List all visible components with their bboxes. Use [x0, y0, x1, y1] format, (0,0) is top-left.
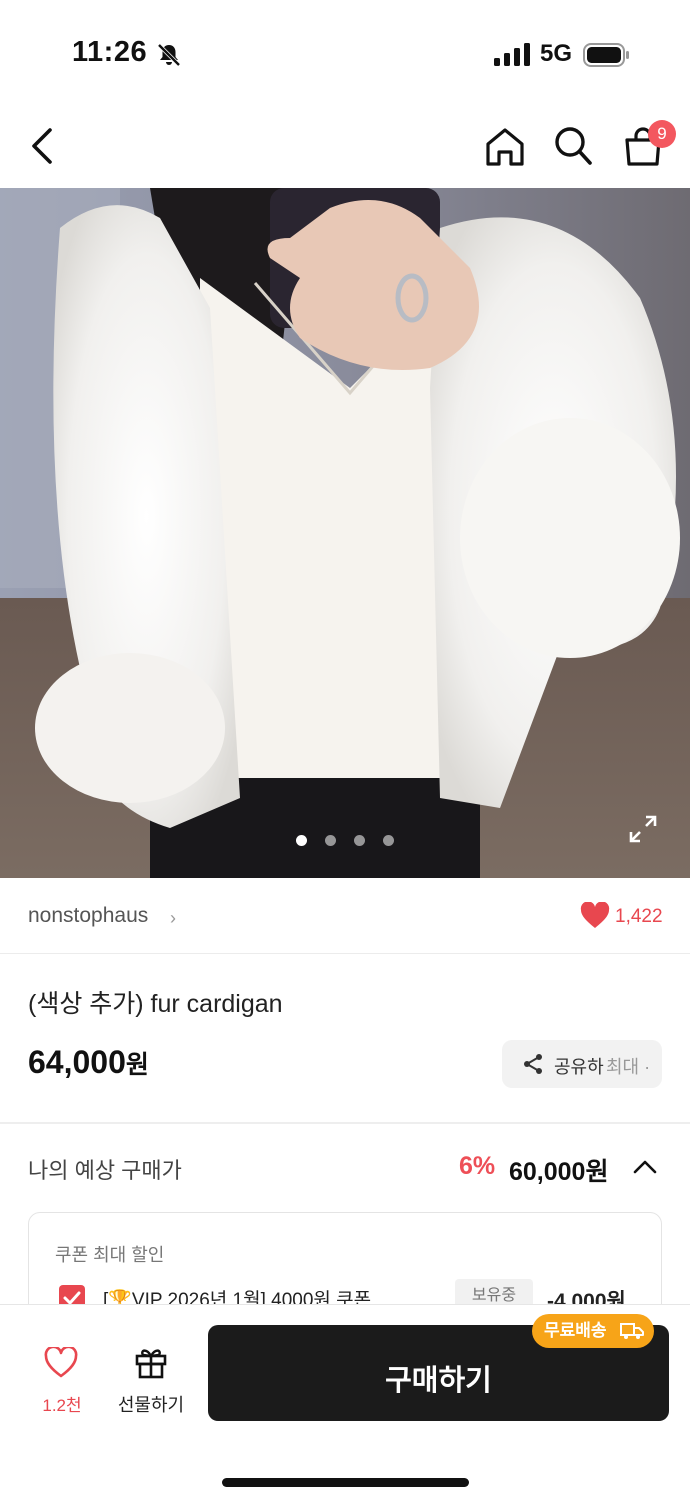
gift-icon — [135, 1349, 167, 1379]
product-image[interactable] — [0, 188, 690, 878]
expand-icon[interactable] — [628, 814, 658, 844]
estimate-discount: 6% — [459, 1152, 496, 1180]
gallery-dot[interactable] — [383, 835, 394, 846]
estimate-price: 60,000원 — [509, 1158, 609, 1186]
section-divider — [0, 1122, 690, 1124]
back-icon[interactable] — [22, 122, 62, 170]
price-unit: 원 — [125, 1051, 149, 1079]
estimate-label: 나의 예상 구매가 — [28, 1158, 182, 1183]
heart-filled-icon[interactable] — [580, 902, 610, 930]
free-shipping-label: 무료배송 — [544, 1321, 607, 1340]
product-price: 64,000원 — [28, 1044, 149, 1081]
signal-icon — [494, 43, 530, 66]
search-icon[interactable] — [552, 124, 594, 168]
shop-name[interactable]: nonstophaus — [28, 904, 148, 928]
status-bar: 11:26 5G — [0, 0, 690, 100]
network-type: 5G — [540, 40, 573, 67]
product-title: (색상 추가) fur cardigan — [28, 990, 283, 1018]
nav-bar — [0, 100, 690, 188]
share-icon — [524, 1054, 542, 1074]
share-extra-text: 최대 · — [606, 1057, 651, 1077]
gallery-dot[interactable] — [296, 835, 307, 846]
gallery-dot[interactable] — [354, 835, 365, 846]
bell-off-icon — [157, 43, 181, 67]
gallery-pagination — [296, 835, 394, 846]
buy-label: 구매하기 — [385, 1365, 492, 1397]
price-value: 64,000 — [28, 1044, 126, 1080]
chevron-right-icon: › — [170, 908, 176, 928]
home-indicator — [222, 1478, 469, 1487]
share-label: 공유하 — [554, 1057, 604, 1077]
wishlist-button[interactable]: 1.2천 — [22, 1343, 102, 1423]
share-button[interactable]: 공유하 최대 · — [502, 1040, 662, 1088]
wishlist-count: 1.2천 — [42, 1396, 82, 1415]
battery-icon — [583, 43, 629, 67]
home-icon[interactable] — [482, 124, 528, 170]
status-time: 11:26 — [72, 36, 148, 68]
cart-count-badge: 9 — [648, 120, 676, 148]
gift-label: 선물하기 — [117, 1395, 185, 1415]
truck-icon — [620, 1323, 644, 1339]
chevron-up-icon[interactable] — [632, 1155, 658, 1179]
gift-button[interactable]: 선물하기 — [108, 1343, 194, 1423]
product-photo-illustration — [0, 188, 690, 878]
free-shipping-badge: 무료배송 — [532, 1314, 654, 1348]
coupon-title: 쿠폰 최대 할인 — [55, 1245, 165, 1265]
gallery-dot[interactable] — [325, 835, 336, 846]
shop-row[interactable]: nonstophaus › 1,422 — [0, 878, 690, 954]
heart-outline-icon — [44, 1347, 78, 1378]
like-count: 1,422 — [615, 906, 663, 927]
